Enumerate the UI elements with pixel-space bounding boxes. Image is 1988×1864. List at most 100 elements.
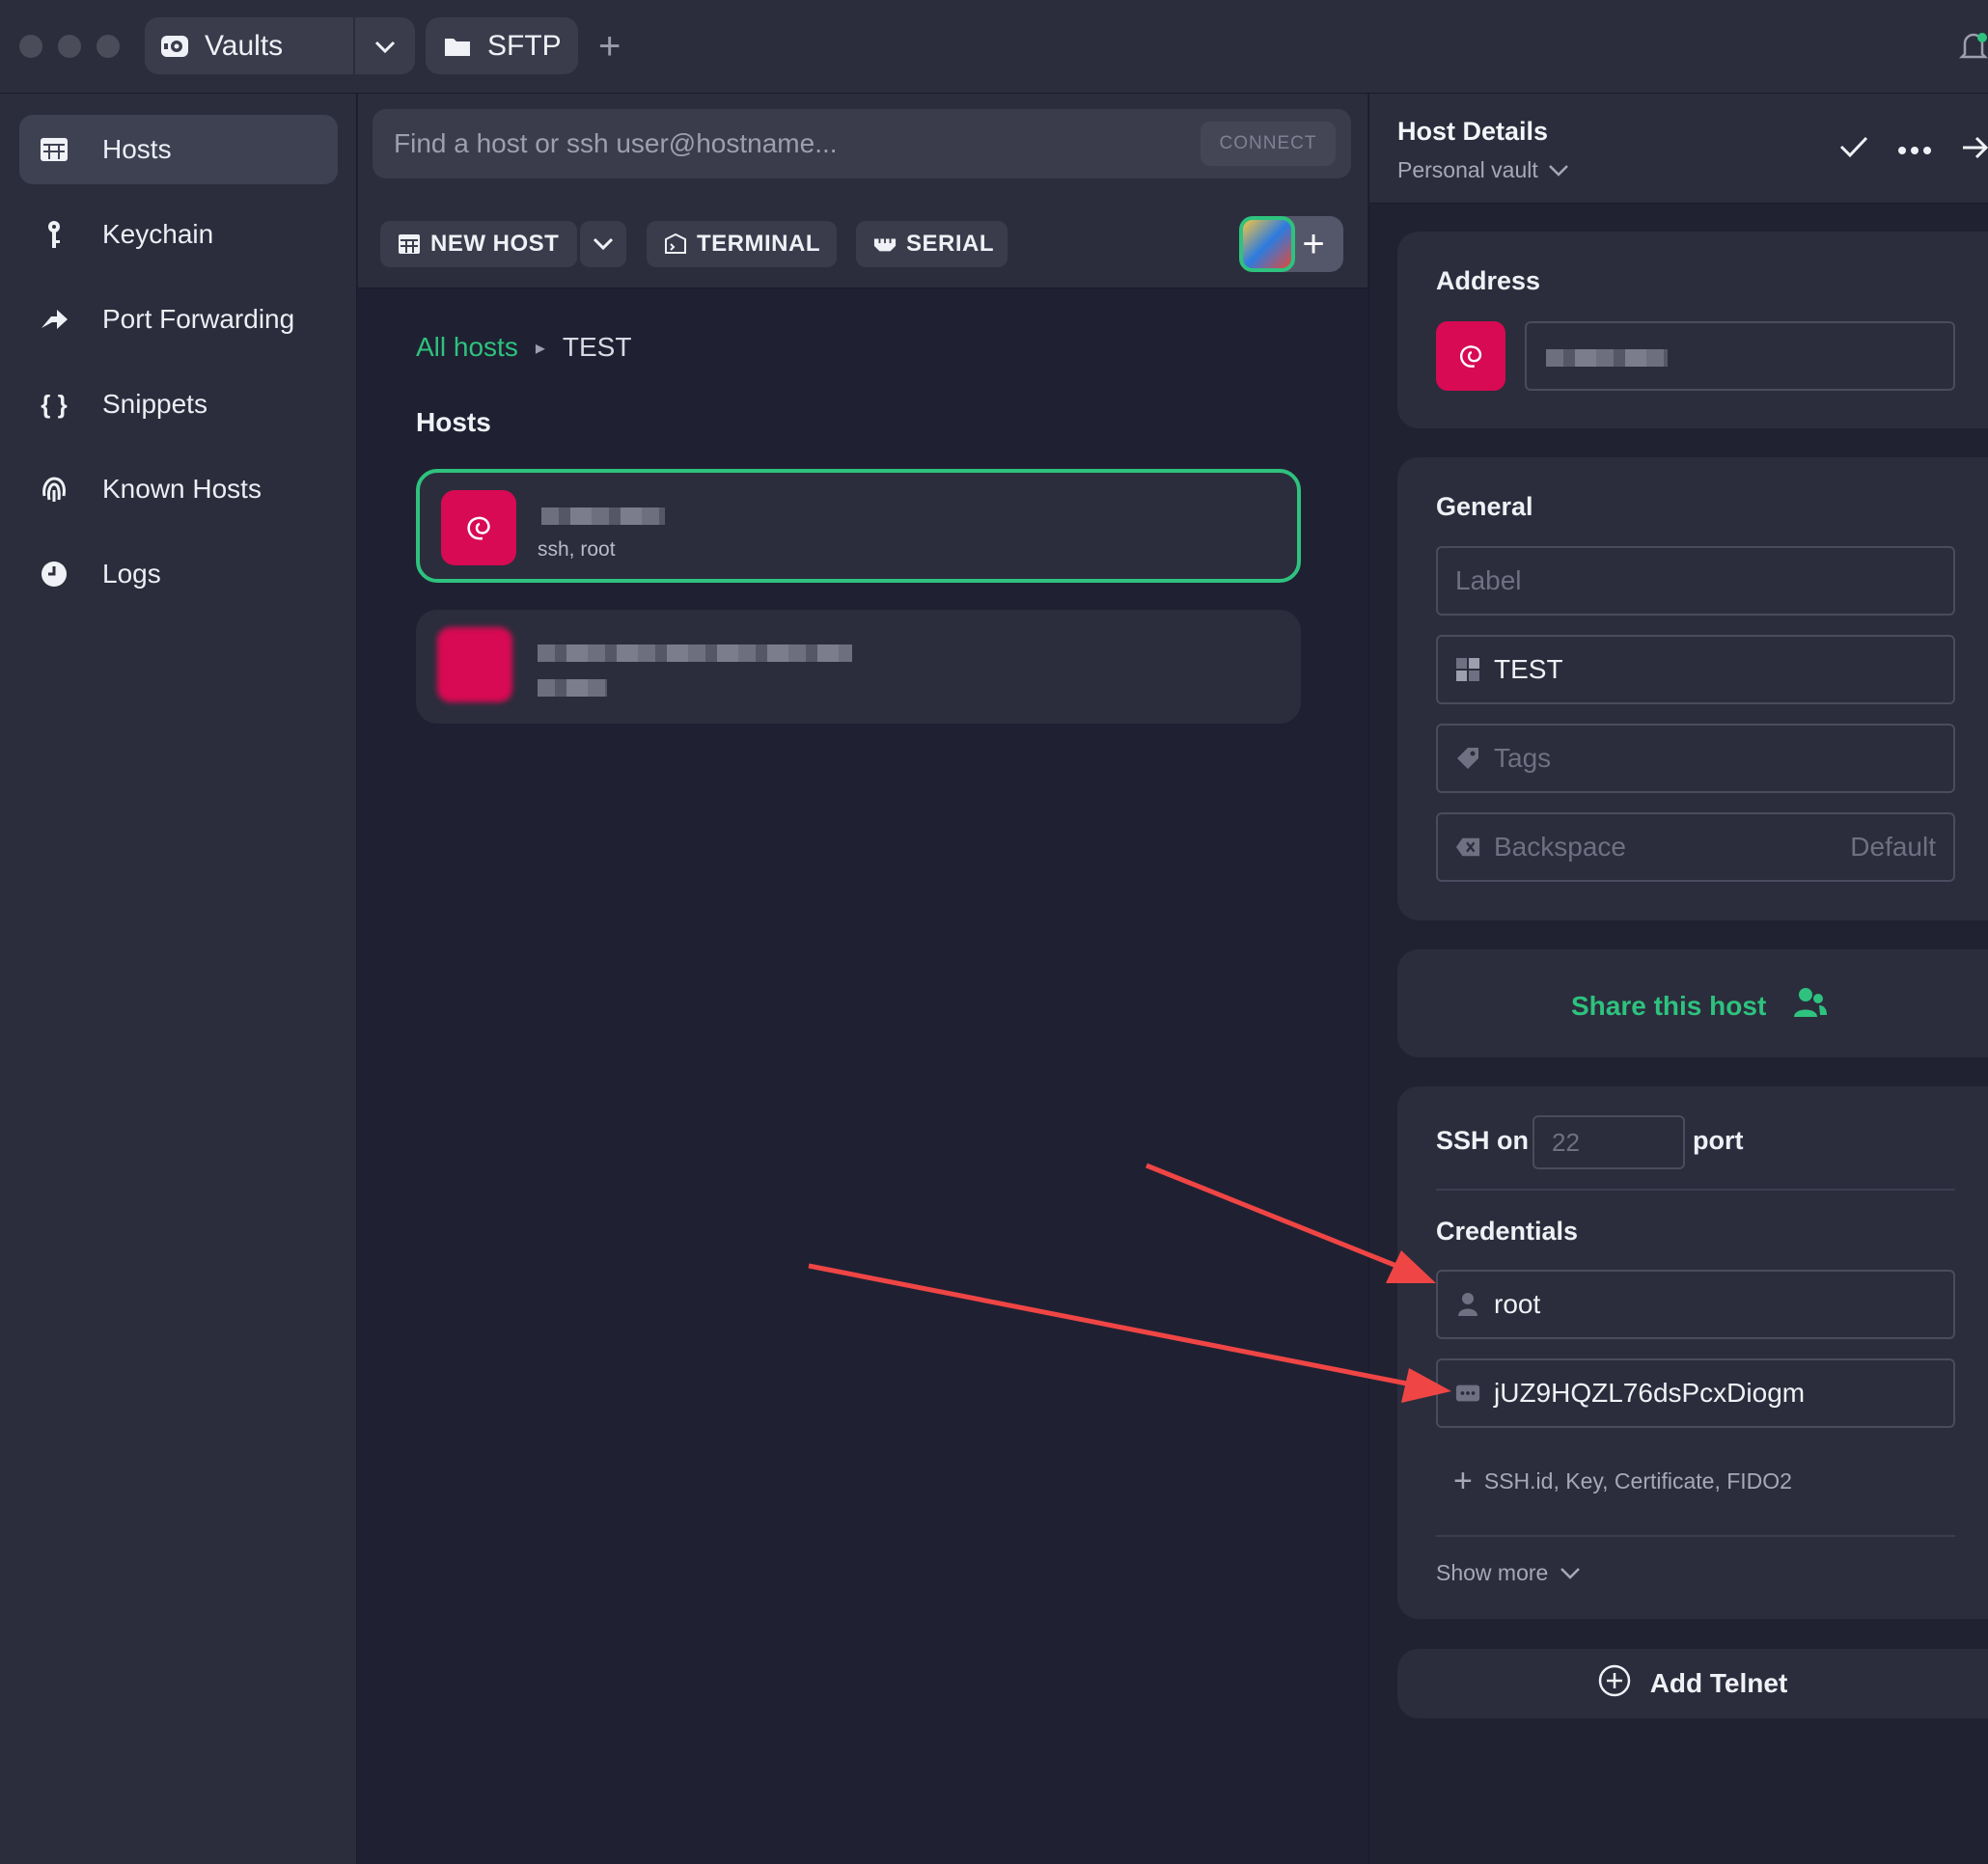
- chevron-down-icon: [373, 30, 397, 63]
- new-host-dropdown-button[interactable]: [580, 221, 626, 267]
- backspace-value: Default: [1850, 832, 1936, 862]
- breadcrumb-current: TEST: [562, 332, 632, 362]
- general-label: General: [1436, 492, 1533, 521]
- username-field[interactable]: root: [1436, 1270, 1955, 1339]
- serial-label: SERIAL: [906, 231, 995, 257]
- tag-icon: [1455, 746, 1480, 771]
- add-telnet-label: Add Telnet: [1649, 1668, 1788, 1698]
- breadcrumb: All hosts ▸ TEST: [416, 332, 631, 363]
- address-label: Address: [1436, 266, 1541, 295]
- hosts-grid-icon: [37, 132, 71, 167]
- host-details-header: [1368, 94, 1988, 204]
- credentials-label: Credentials: [1436, 1217, 1579, 1246]
- redacted-address: [1546, 349, 1668, 367]
- collapse-panel-arrow-icon[interactable]: [1961, 135, 1988, 165]
- password-value: jUZ9HQZL76dsPcxDiogm: [1494, 1378, 1806, 1408]
- vaults-dropdown-button[interactable]: [355, 17, 415, 74]
- new-host-button[interactable]: NEW HOST: [380, 221, 577, 267]
- debian-icon[interactable]: [1436, 321, 1505, 391]
- sidebar-item-label: Hosts: [102, 134, 172, 164]
- group-value: TEST: [1494, 654, 1563, 684]
- hosts-grid-icon: [398, 233, 421, 256]
- password-field[interactable]: jUZ9HQZL76dsPcxDiogm: [1436, 1358, 1955, 1428]
- show-more-label: Show more: [1436, 1560, 1549, 1585]
- fingerprint-icon: [37, 472, 71, 507]
- address-field[interactable]: [1525, 321, 1955, 391]
- user-icon: [1455, 1292, 1480, 1317]
- more-options-icon[interactable]: [1897, 143, 1932, 160]
- clock-icon: [37, 557, 71, 591]
- sidebar: [0, 94, 357, 1864]
- search-input[interactable]: Find a host or ssh user@hostname... CONN…: [373, 109, 1351, 178]
- breadcrumb-all-hosts-link[interactable]: All hosts: [416, 332, 518, 363]
- sidebar-item-label: Snippets: [102, 389, 207, 419]
- vault-selector-label: Personal vault: [1397, 157, 1538, 182]
- label-field[interactable]: Label: [1436, 546, 1955, 616]
- terminal-button[interactable]: TERMINAL: [647, 221, 837, 267]
- ssh-card: [1397, 1086, 1988, 1619]
- tab-vaults[interactable]: Vaults: [145, 17, 353, 74]
- folder-icon: [441, 30, 474, 63]
- backspace-field[interactable]: Backspace Default: [1436, 812, 1955, 882]
- host-details-title: Host Details: [1397, 117, 1549, 146]
- sidebar-item-label: Keychain: [102, 219, 214, 249]
- plus-circle-icon: [1598, 1664, 1631, 1704]
- sidebar-item-label: Logs: [102, 559, 161, 589]
- search-placeholder: Find a host or ssh user@hostname...: [394, 128, 838, 158]
- show-more-button[interactable]: Show more: [1436, 1560, 1581, 1586]
- vault-selector[interactable]: Personal vault: [1397, 157, 1569, 183]
- sidebar-item-logs[interactable]: Logs: [19, 539, 338, 609]
- share-host-button[interactable]: Share this host: [1571, 986, 1828, 1026]
- host-card[interactable]: ssh, root: [416, 469, 1301, 583]
- user-group-icon: [1793, 986, 1828, 1026]
- new-host-label: NEW HOST: [430, 231, 560, 257]
- add-credentials-button[interactable]: + SSH.id, Key, Certificate, FIDO2: [1453, 1465, 1792, 1497]
- new-tab-plus-icon[interactable]: +: [598, 27, 621, 66]
- host-card[interactable]: [416, 610, 1301, 724]
- minimize-window-button[interactable]: [58, 35, 81, 58]
- debian-icon: [441, 490, 516, 565]
- terminal-icon: [664, 233, 687, 256]
- add-credentials-label: SSH.id, Key, Certificate, FIDO2: [1483, 1467, 1792, 1494]
- password-icon: [1455, 1381, 1480, 1406]
- backspace-icon: [1455, 835, 1480, 860]
- terminal-label: TERMINAL: [697, 231, 820, 257]
- backspace-label: Backspace: [1494, 832, 1626, 862]
- debian-icon: [437, 627, 512, 702]
- divider: [1436, 1189, 1955, 1191]
- chevron-down-icon: [1548, 157, 1569, 183]
- sidebar-item-known-hosts[interactable]: Known Hosts: [19, 454, 338, 524]
- serial-button[interactable]: SERIAL: [856, 221, 1008, 267]
- chevron-down-icon: [1560, 1560, 1581, 1586]
- checkmark-icon[interactable]: [1839, 135, 1868, 163]
- title-bar: Vaults SFTP +: [0, 0, 1988, 94]
- tags-field[interactable]: Tags: [1436, 724, 1955, 793]
- port-input[interactable]: 22: [1532, 1115, 1685, 1169]
- sidebar-item-label: Known Hosts: [102, 474, 262, 504]
- host-subtitle: ssh, root: [538, 538, 616, 561]
- vault-icon: [158, 30, 191, 63]
- bell-icon[interactable]: [1958, 29, 1988, 64]
- close-window-button[interactable]: [19, 35, 42, 58]
- sidebar-item-label: Port Forwarding: [102, 304, 295, 334]
- braces-icon: { }: [41, 389, 68, 419]
- sidebar-item-snippets[interactable]: { } Snippets: [19, 370, 338, 439]
- connect-button[interactable]: CONNECT: [1201, 122, 1336, 166]
- maximize-window-button[interactable]: [97, 35, 120, 58]
- username-value: root: [1494, 1289, 1541, 1319]
- tab-sftp[interactable]: SFTP: [426, 17, 578, 74]
- sidebar-item-keychain[interactable]: Keychain: [19, 200, 338, 269]
- ssh-on-label: SSH on: [1436, 1126, 1530, 1155]
- divider: [1436, 1535, 1955, 1537]
- redacted-hostname: [541, 507, 665, 525]
- sidebar-item-port-forwarding[interactable]: Port Forwarding: [19, 285, 338, 354]
- group-field[interactable]: TEST: [1436, 635, 1955, 704]
- redacted-subtitle: [538, 679, 607, 697]
- share-host-label: Share this host: [1571, 990, 1767, 1021]
- tab-vaults-label: Vaults: [205, 29, 284, 62]
- key-icon: [37, 217, 71, 252]
- avatar[interactable]: [1239, 216, 1295, 272]
- add-telnet-button[interactable]: Add Telnet: [1397, 1649, 1988, 1718]
- sidebar-item-hosts[interactable]: Hosts: [19, 115, 338, 184]
- annotation-arrow-to-password: [808, 1263, 1418, 1388]
